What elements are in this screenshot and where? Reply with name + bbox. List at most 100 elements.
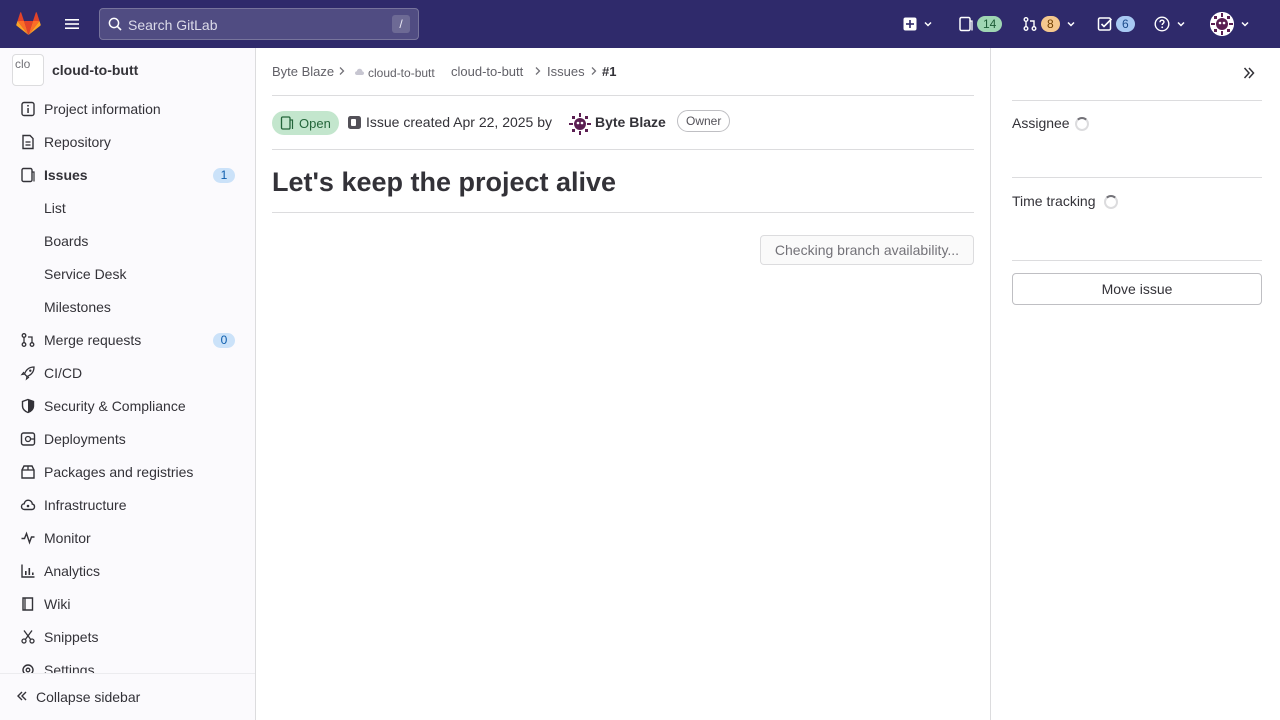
search-input[interactable]: Search GitLab /	[99, 8, 419, 40]
issues-count-badge: 14	[977, 16, 1003, 32]
rocket-icon	[20, 365, 36, 381]
plus-square-icon	[903, 17, 917, 31]
sidebar-item-label: CI/CD	[44, 365, 83, 381]
author-role-badge: Owner	[677, 110, 731, 132]
help-dropdown[interactable]	[1154, 12, 1186, 36]
issue-open-icon	[280, 116, 294, 130]
sidebar-item-label: Boards	[44, 233, 89, 249]
sidebar-subitem-list[interactable]: List	[0, 192, 255, 225]
sidebar-item-deployments[interactable]: Deployments	[0, 423, 255, 456]
issue-created-text: Issue created Apr 22, 2025 by	[366, 114, 553, 130]
breadcrumb-issue-number[interactable]: #1	[602, 64, 616, 79]
chevron-down-icon	[1066, 19, 1076, 29]
status-badge: Open	[272, 111, 339, 135]
issue-title: Let's keep the project alive	[272, 167, 974, 213]
merge-request-icon	[20, 332, 36, 348]
project-header-link[interactable]: clo cloud-to-butt	[12, 54, 138, 86]
sidebar-item-project-information[interactable]: Project information	[0, 93, 255, 126]
sidebar-item-packages-registries[interactable]: Packages and registries	[0, 456, 255, 489]
merge-requests-dropdown[interactable]: 8	[1022, 12, 1076, 36]
breadcrumb-issues[interactable]: Issues	[547, 64, 585, 79]
double-chevron-left-icon	[16, 690, 28, 702]
document-icon	[20, 134, 36, 150]
issues-icon	[958, 16, 974, 32]
chevron-down-icon	[1240, 19, 1250, 29]
chevron-right-icon	[338, 66, 346, 76]
sidebar-item-analytics[interactable]: Analytics	[0, 555, 255, 588]
search-shortcut-key: /	[392, 15, 410, 33]
sidebar-item-label: Wiki	[44, 596, 71, 612]
project-name: cloud-to-butt	[52, 62, 139, 78]
sidebar-subitem-service-desk[interactable]: Service Desk	[0, 258, 255, 291]
help-icon	[1154, 16, 1170, 32]
merge-requests-count-badge: 0	[213, 333, 235, 348]
create-branch-button[interactable]: Checking branch availability...	[760, 235, 974, 265]
sidebar-item-repository[interactable]: Repository	[0, 126, 255, 159]
breadcrumb-project[interactable]: cloud-to-butt	[451, 64, 523, 79]
package-icon	[20, 464, 36, 480]
sidebar-item-label: Monitor	[44, 530, 91, 546]
sidebar-item-security-compliance[interactable]: Security & Compliance	[0, 390, 255, 423]
merge-requests-count-badge: 8	[1041, 16, 1060, 32]
todos-counter[interactable]: 6	[1097, 12, 1135, 36]
todo-icon	[1097, 16, 1113, 32]
issue-main-content: Byte Blaze cloud-to-butt cloud-to-butt I…	[256, 48, 990, 720]
search-icon	[108, 17, 122, 31]
sidebar-item-monitor[interactable]: Monitor	[0, 522, 255, 555]
sidebar-item-snippets[interactable]: Snippets	[0, 621, 255, 654]
collapse-sidebar-button[interactable]: Collapse sidebar	[0, 673, 255, 720]
sidebar-item-label: Deployments	[44, 431, 126, 447]
divider	[1012, 177, 1262, 178]
issues-icon	[20, 167, 36, 183]
sidebar-item-label: Milestones	[44, 299, 111, 315]
gitlab-logo[interactable]	[16, 12, 41, 36]
sidebar-item-label: Project information	[44, 101, 161, 117]
breadcrumb: Byte Blaze cloud-to-butt cloud-to-butt I…	[272, 62, 974, 96]
breadcrumb-owner[interactable]: Byte Blaze	[272, 64, 334, 79]
status-label: Open	[299, 115, 331, 131]
breadcrumb-project-image: cloud-to-butt	[354, 65, 446, 81]
chevron-down-icon	[923, 19, 933, 29]
sidebar-item-label: Infrastructure	[44, 497, 127, 513]
sidebar-item-merge-requests[interactable]: Merge requests 0	[0, 324, 255, 357]
hamburger-menu-icon[interactable]	[62, 14, 82, 34]
sidebar-item-label: Analytics	[44, 563, 101, 579]
issue-type-icon	[347, 115, 362, 130]
todos-count-badge: 6	[1116, 16, 1135, 32]
sidebar-item-infrastructure[interactable]: Infrastructure	[0, 489, 255, 522]
double-chevron-right-icon[interactable]	[1242, 66, 1256, 80]
book-icon	[20, 596, 36, 612]
user-menu[interactable]	[1210, 12, 1250, 36]
sidebar-item-label: Service Desk	[44, 266, 127, 282]
sidebar-item-wiki[interactable]: Wiki	[0, 588, 255, 621]
chevron-down-icon	[1176, 19, 1186, 29]
cloud-icon	[20, 497, 36, 513]
issues-counter[interactable]: 14	[958, 12, 1003, 36]
sidebar-subitem-boards[interactable]: Boards	[0, 225, 255, 258]
search-placeholder: Search GitLab	[128, 17, 218, 33]
sidebar-item-ci-cd[interactable]: CI/CD	[0, 357, 255, 390]
sidebar-item-label: Packages and registries	[44, 464, 194, 480]
sidebar-item-issues[interactable]: Issues 1	[0, 159, 255, 192]
scissors-icon	[20, 629, 36, 645]
sidebar-subitem-milestones[interactable]: Milestones	[0, 291, 255, 324]
new-item-dropdown[interactable]	[903, 12, 933, 36]
author-name-link[interactable]: Byte Blaze	[595, 114, 666, 130]
chart-icon	[20, 563, 36, 579]
sidebar-item-label: Repository	[44, 134, 111, 150]
move-issue-button[interactable]: Move issue	[1012, 273, 1262, 305]
time-tracking-label: Time tracking	[1012, 193, 1096, 209]
divider	[1012, 260, 1262, 261]
author-avatar[interactable]	[568, 112, 592, 136]
top-navbar: Search GitLab / 14 8 6	[0, 0, 1280, 48]
sidebar-item-label: List	[44, 200, 66, 216]
assignee-loading-spinner	[1075, 117, 1089, 131]
issue-header: Open Issue created Apr 22, 2025 by Byte …	[272, 97, 974, 150]
sidebar-item-label: Merge requests	[44, 332, 142, 348]
project-sidebar: clo cloud-to-butt Project information Re…	[0, 48, 256, 720]
sidebar-item-label: Security & Compliance	[44, 398, 186, 414]
assignee-label: Assignee	[1012, 115, 1070, 131]
time-tracking-loading-spinner	[1104, 195, 1118, 209]
issue-right-sidebar: Assignee Time tracking Move issue	[990, 48, 1280, 720]
deployments-icon	[20, 431, 36, 447]
